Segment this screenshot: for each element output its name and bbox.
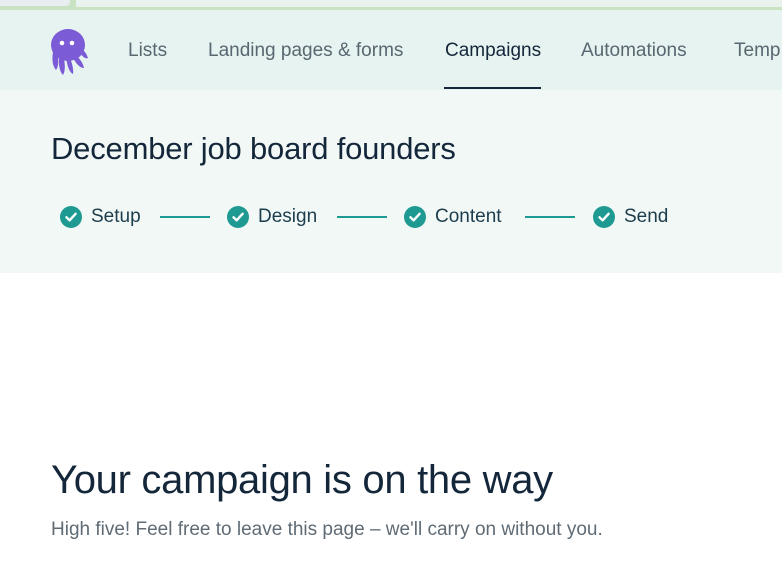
- check-circle-icon: [593, 206, 615, 228]
- step-content[interactable]: Content: [404, 205, 502, 229]
- step-setup[interactable]: Setup: [60, 205, 141, 229]
- success-message: High five! Feel free to leave this page …: [51, 519, 603, 540]
- success-title: Your campaign is on the way: [51, 458, 553, 502]
- browser-top-strip: [0, 0, 782, 10]
- nav-item-campaigns[interactable]: Campaigns: [445, 40, 541, 62]
- step-label: Content: [435, 206, 502, 227]
- check-circle-icon: [404, 206, 426, 228]
- step-connector: [525, 216, 575, 218]
- check-circle-icon: [60, 206, 82, 228]
- step-label: Setup: [91, 206, 141, 227]
- check-circle-icon: [227, 206, 249, 228]
- nav-item-landing-pages-forms[interactable]: Landing pages & forms: [208, 40, 403, 62]
- page-title: December job board founders: [51, 131, 456, 166]
- step-connector: [337, 216, 387, 218]
- nav-item-lists[interactable]: Lists: [128, 40, 167, 62]
- step-design[interactable]: Design: [227, 205, 317, 229]
- browser-tab-edge: [0, 0, 70, 6]
- nav-item-templates[interactable]: Temp: [734, 40, 780, 62]
- octopus-logo-icon[interactable]: [48, 28, 88, 76]
- step-label: Design: [258, 206, 318, 227]
- browser-tab-bar: [76, 0, 782, 7]
- step-send[interactable]: Send: [593, 205, 668, 229]
- step-label: Send: [624, 206, 669, 227]
- active-nav-underline: [444, 87, 541, 89]
- nav-item-automations[interactable]: Automations: [581, 40, 687, 62]
- campaign-header: December job board founders Setup Design…: [0, 90, 782, 273]
- step-connector: [160, 216, 210, 218]
- top-navbar: Lists Landing pages & forms Campaigns Au…: [0, 10, 782, 90]
